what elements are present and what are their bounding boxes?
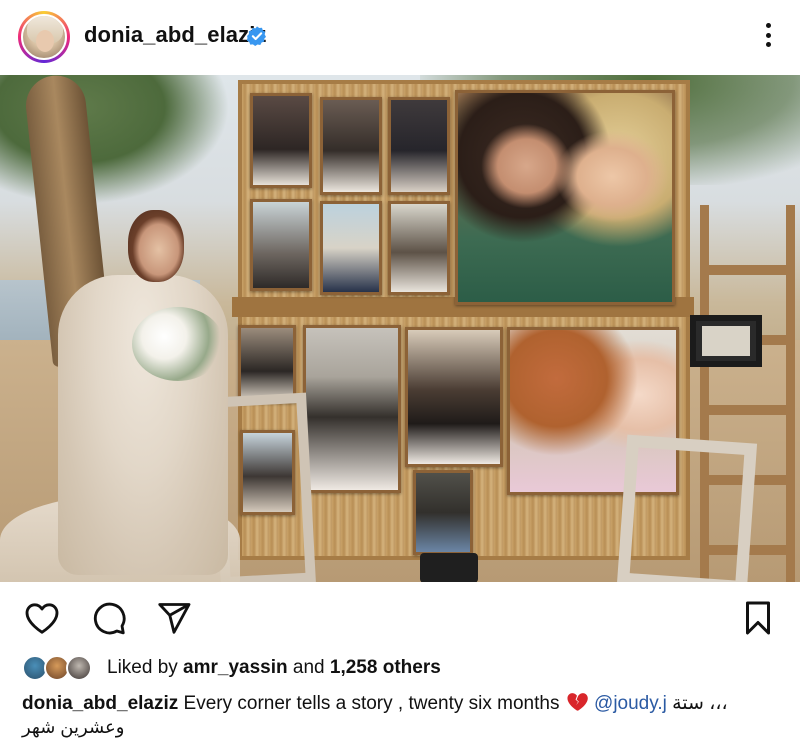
framed-photo <box>413 470 473 555</box>
bouquet <box>132 307 224 381</box>
paper-plane-icon[interactable] <box>154 598 194 638</box>
framed-photo <box>388 97 450 195</box>
avatar <box>66 655 92 681</box>
framed-photo <box>405 327 503 467</box>
heart-outline-icon[interactable] <box>22 598 62 638</box>
framed-photo <box>320 97 382 195</box>
broken-heart-icon <box>567 693 588 711</box>
framed-photo <box>238 325 296 403</box>
caption-mention[interactable]: @joudy.j <box>594 693 667 714</box>
framed-photo <box>250 93 312 188</box>
speech-bubble-icon[interactable] <box>89 598 129 638</box>
liker-avatars <box>22 653 102 683</box>
small-photo-frame <box>690 315 762 367</box>
caption-username[interactable]: donia_abd_elaziz <box>22 693 178 714</box>
post-username[interactable]: donia_abd_elaziz <box>84 22 267 48</box>
framed-photo <box>320 201 382 295</box>
more-options-icon[interactable] <box>756 20 780 50</box>
caption-arabic-line2: وعشرين شهر <box>22 717 125 737</box>
framed-photo <box>388 201 450 295</box>
caption-text: Every corner tells a story , twenty six … <box>178 693 565 714</box>
post-header: donia_abd_elaziz <box>0 0 800 72</box>
likes-count[interactable]: 1,258 others <box>330 657 441 678</box>
framed-photo <box>250 199 312 291</box>
bookmark-outline-icon[interactable] <box>738 598 778 638</box>
liker-username[interactable]: amr_yassin <box>183 657 288 678</box>
avatar[interactable] <box>21 14 67 60</box>
caption-arabic: ستة ،،، <box>666 693 728 714</box>
story-ring[interactable] <box>18 11 70 63</box>
likes-text[interactable]: Liked by amr_yassin and 1,258 others <box>107 657 441 679</box>
post-caption: donia_abd_elaziz Every corner tells a st… <box>22 691 782 717</box>
post-photo[interactable] <box>0 75 800 582</box>
verified-badge-icon <box>246 26 266 46</box>
framed-photo <box>303 325 401 493</box>
post-actions <box>0 590 800 642</box>
large-portrait-photo <box>455 90 675 305</box>
empty-frame <box>616 434 758 582</box>
likes-summary[interactable]: Liked by amr_yassin and 1,258 others <box>22 653 782 683</box>
